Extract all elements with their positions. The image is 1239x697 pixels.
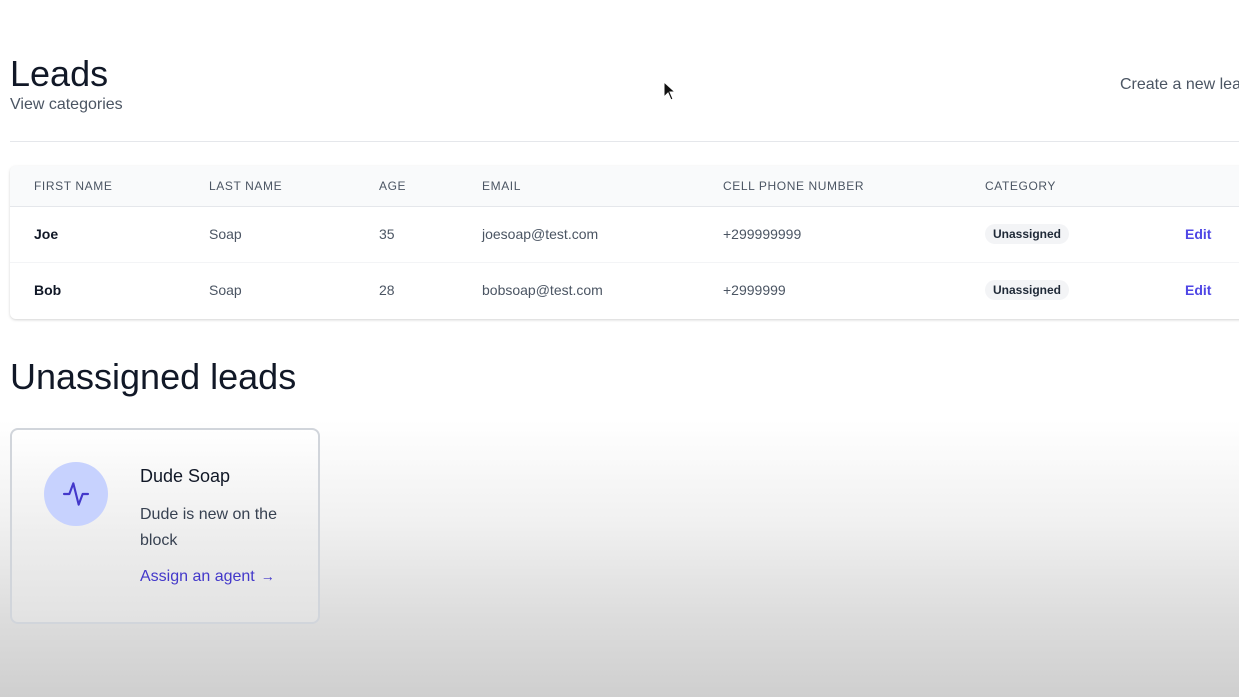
table-row: Bob Soap 28 bobsoap@test.com +2999999 Un…	[10, 261, 1239, 318]
category-badge: Unassigned	[985, 280, 1070, 301]
cell-last-name: Soap	[209, 226, 242, 242]
table-row: Joe Soap 35 joesoap@test.com +299999999 …	[10, 206, 1239, 262]
mouse-cursor-icon	[663, 81, 677, 101]
edit-link[interactable]: Edit	[1185, 282, 1211, 298]
column-header-first-name: FIRST NAME	[34, 178, 113, 193]
cell-actions: Edit	[1161, 206, 1239, 262]
cell-email: joesoap@test.com	[482, 226, 599, 242]
cell-category: Unassigned	[961, 261, 1161, 318]
cell-first-name: Joe	[34, 226, 59, 242]
arrow-right-icon: →	[260, 568, 275, 584]
unassigned-lead-card: Dude Soap Dude is new on the block Assig…	[10, 428, 320, 624]
column-header-email: EMAIL	[482, 178, 522, 193]
cell-age: 28	[355, 261, 458, 318]
lead-name: Dude Soap	[140, 466, 231, 486]
page-header: Leads View categories Create a new lea	[10, 52, 1239, 122]
create-lead-link[interactable]: Create a new lea	[1120, 76, 1239, 94]
column-header-last-name: LAST NAME	[209, 178, 283, 193]
cell-first-name: Bob	[10, 261, 185, 318]
edit-link[interactable]: Edit	[1185, 226, 1211, 242]
table-header-row: FIRST NAME LAST NAME AGE EMAIL CELL PHON…	[10, 166, 1239, 206]
assign-agent-link[interactable]: Assign an agent →	[140, 568, 275, 586]
cell-category: Unassigned	[961, 206, 1161, 262]
lead-description: Dude is new on the block	[140, 506, 277, 549]
cell-age: 35	[379, 226, 395, 242]
header-divider	[10, 141, 1239, 142]
page-title: Leads	[10, 53, 109, 94]
cell-actions: Edit	[1161, 261, 1239, 318]
activity-icon	[44, 462, 108, 526]
cell-last-name: Soap	[185, 261, 355, 318]
unassigned-leads-heading: Unassigned leads	[10, 356, 297, 397]
cell-phone: +299999999	[723, 226, 802, 242]
column-header-category: CATEGORY	[985, 178, 1057, 193]
cell-phone: +2999999	[699, 261, 961, 318]
category-badge: Unassigned	[985, 224, 1070, 244]
cell-email: bobsoap@test.com	[458, 261, 699, 318]
column-header-phone: CELL PHONE NUMBER	[723, 178, 865, 193]
column-header-actions	[1161, 166, 1239, 206]
view-categories-link[interactable]: View categories	[10, 96, 123, 114]
leads-table: FIRST NAME LAST NAME AGE EMAIL CELL PHON…	[10, 166, 1239, 319]
assign-agent-label: Assign an agent	[140, 568, 255, 585]
column-header-age: AGE	[379, 178, 407, 193]
